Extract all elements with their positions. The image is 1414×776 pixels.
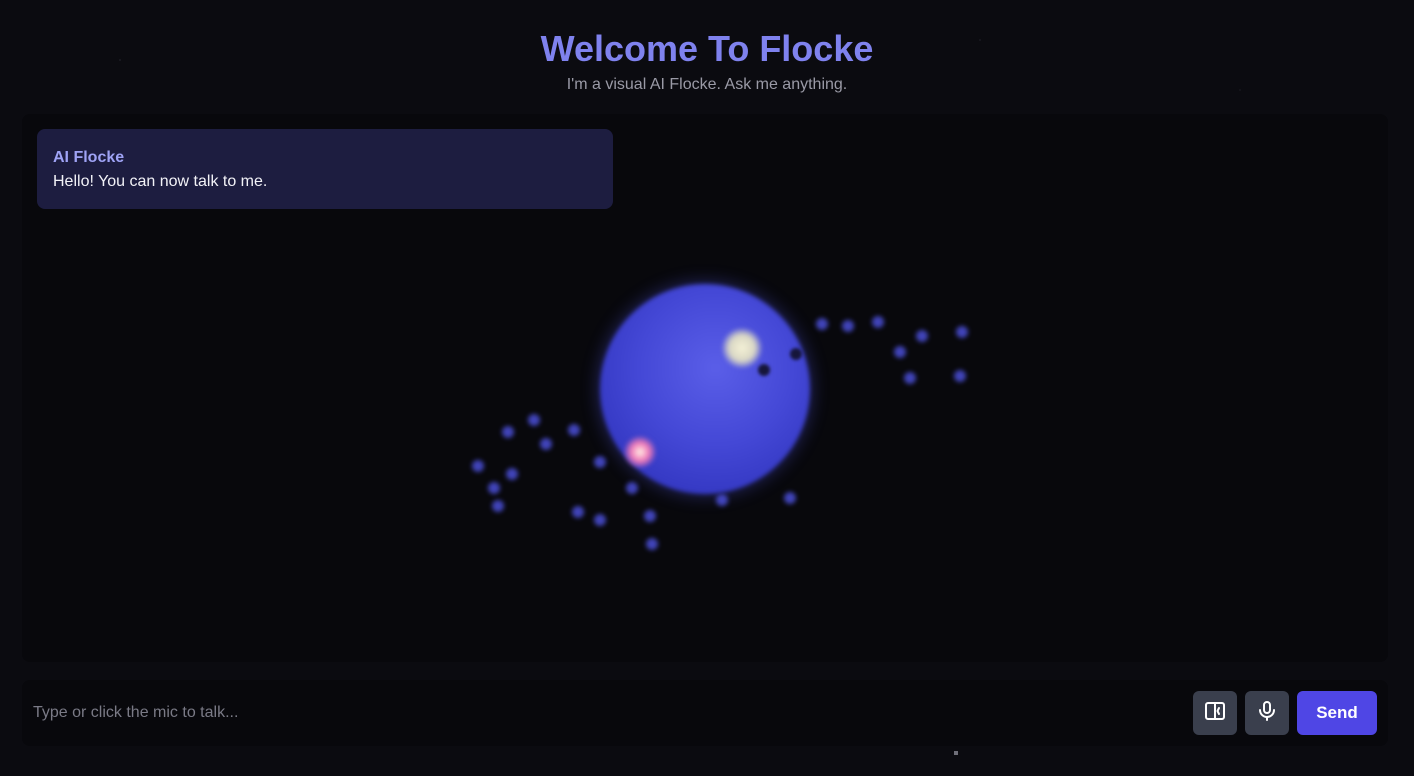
status-dot — [954, 751, 958, 755]
page-title: Welcome To Flocke — [540, 28, 874, 69]
orb-particle — [716, 494, 728, 506]
orb-particle — [916, 330, 928, 342]
send-button[interactable]: Send — [1297, 691, 1377, 735]
orb-dark-spot — [790, 348, 802, 360]
orb-highlight — [722, 328, 762, 368]
orb-particle — [472, 460, 484, 472]
chat-input[interactable] — [22, 680, 1182, 746]
message-sender: AI Flocke — [53, 149, 125, 166]
orb-particle — [594, 456, 606, 468]
page-subtitle: I'm a visual AI Flocke. Ask me anything. — [566, 76, 848, 93]
orb-particle — [492, 500, 504, 512]
orb-particle — [646, 538, 658, 550]
header: Welcome To Flocke I'm a visual AI Flocke… — [0, 28, 1414, 96]
orb-particle — [842, 320, 854, 332]
app-page: Welcome To Flocke I'm a visual AI Flocke… — [0, 0, 1414, 776]
orb-particle — [816, 318, 828, 330]
orb-particle — [904, 372, 916, 384]
orb-particle — [502, 426, 514, 438]
orb-particle — [506, 468, 518, 480]
layout-toggle-button[interactable] — [1193, 691, 1237, 735]
orb-particle — [572, 506, 584, 518]
orb-particle — [594, 514, 606, 526]
orb-particle — [872, 316, 884, 328]
mic-button[interactable] — [1245, 691, 1289, 735]
orb-particle — [528, 414, 540, 426]
orb-particle — [540, 438, 552, 450]
message-text: Hello! You can now talk to me. — [53, 173, 268, 190]
orb-particle — [956, 326, 968, 338]
orb-spark — [624, 436, 656, 468]
orb-particle — [568, 424, 580, 436]
orb-particle — [784, 492, 796, 504]
chat-stage: AI Flocke Hello! You can now talk to me. — [22, 114, 1388, 662]
microphone-icon — [1255, 699, 1279, 728]
orb-dark-spot — [758, 364, 770, 376]
orb-particle — [894, 346, 906, 358]
chat-message: AI Flocke Hello! You can now talk to me. — [37, 129, 613, 209]
input-bar: Send — [22, 680, 1388, 746]
layout-toggle-icon — [1203, 699, 1227, 728]
orb-particle — [954, 370, 966, 382]
orb-particle — [626, 482, 638, 494]
orb-particle — [488, 482, 500, 494]
orb-particle — [644, 510, 656, 522]
